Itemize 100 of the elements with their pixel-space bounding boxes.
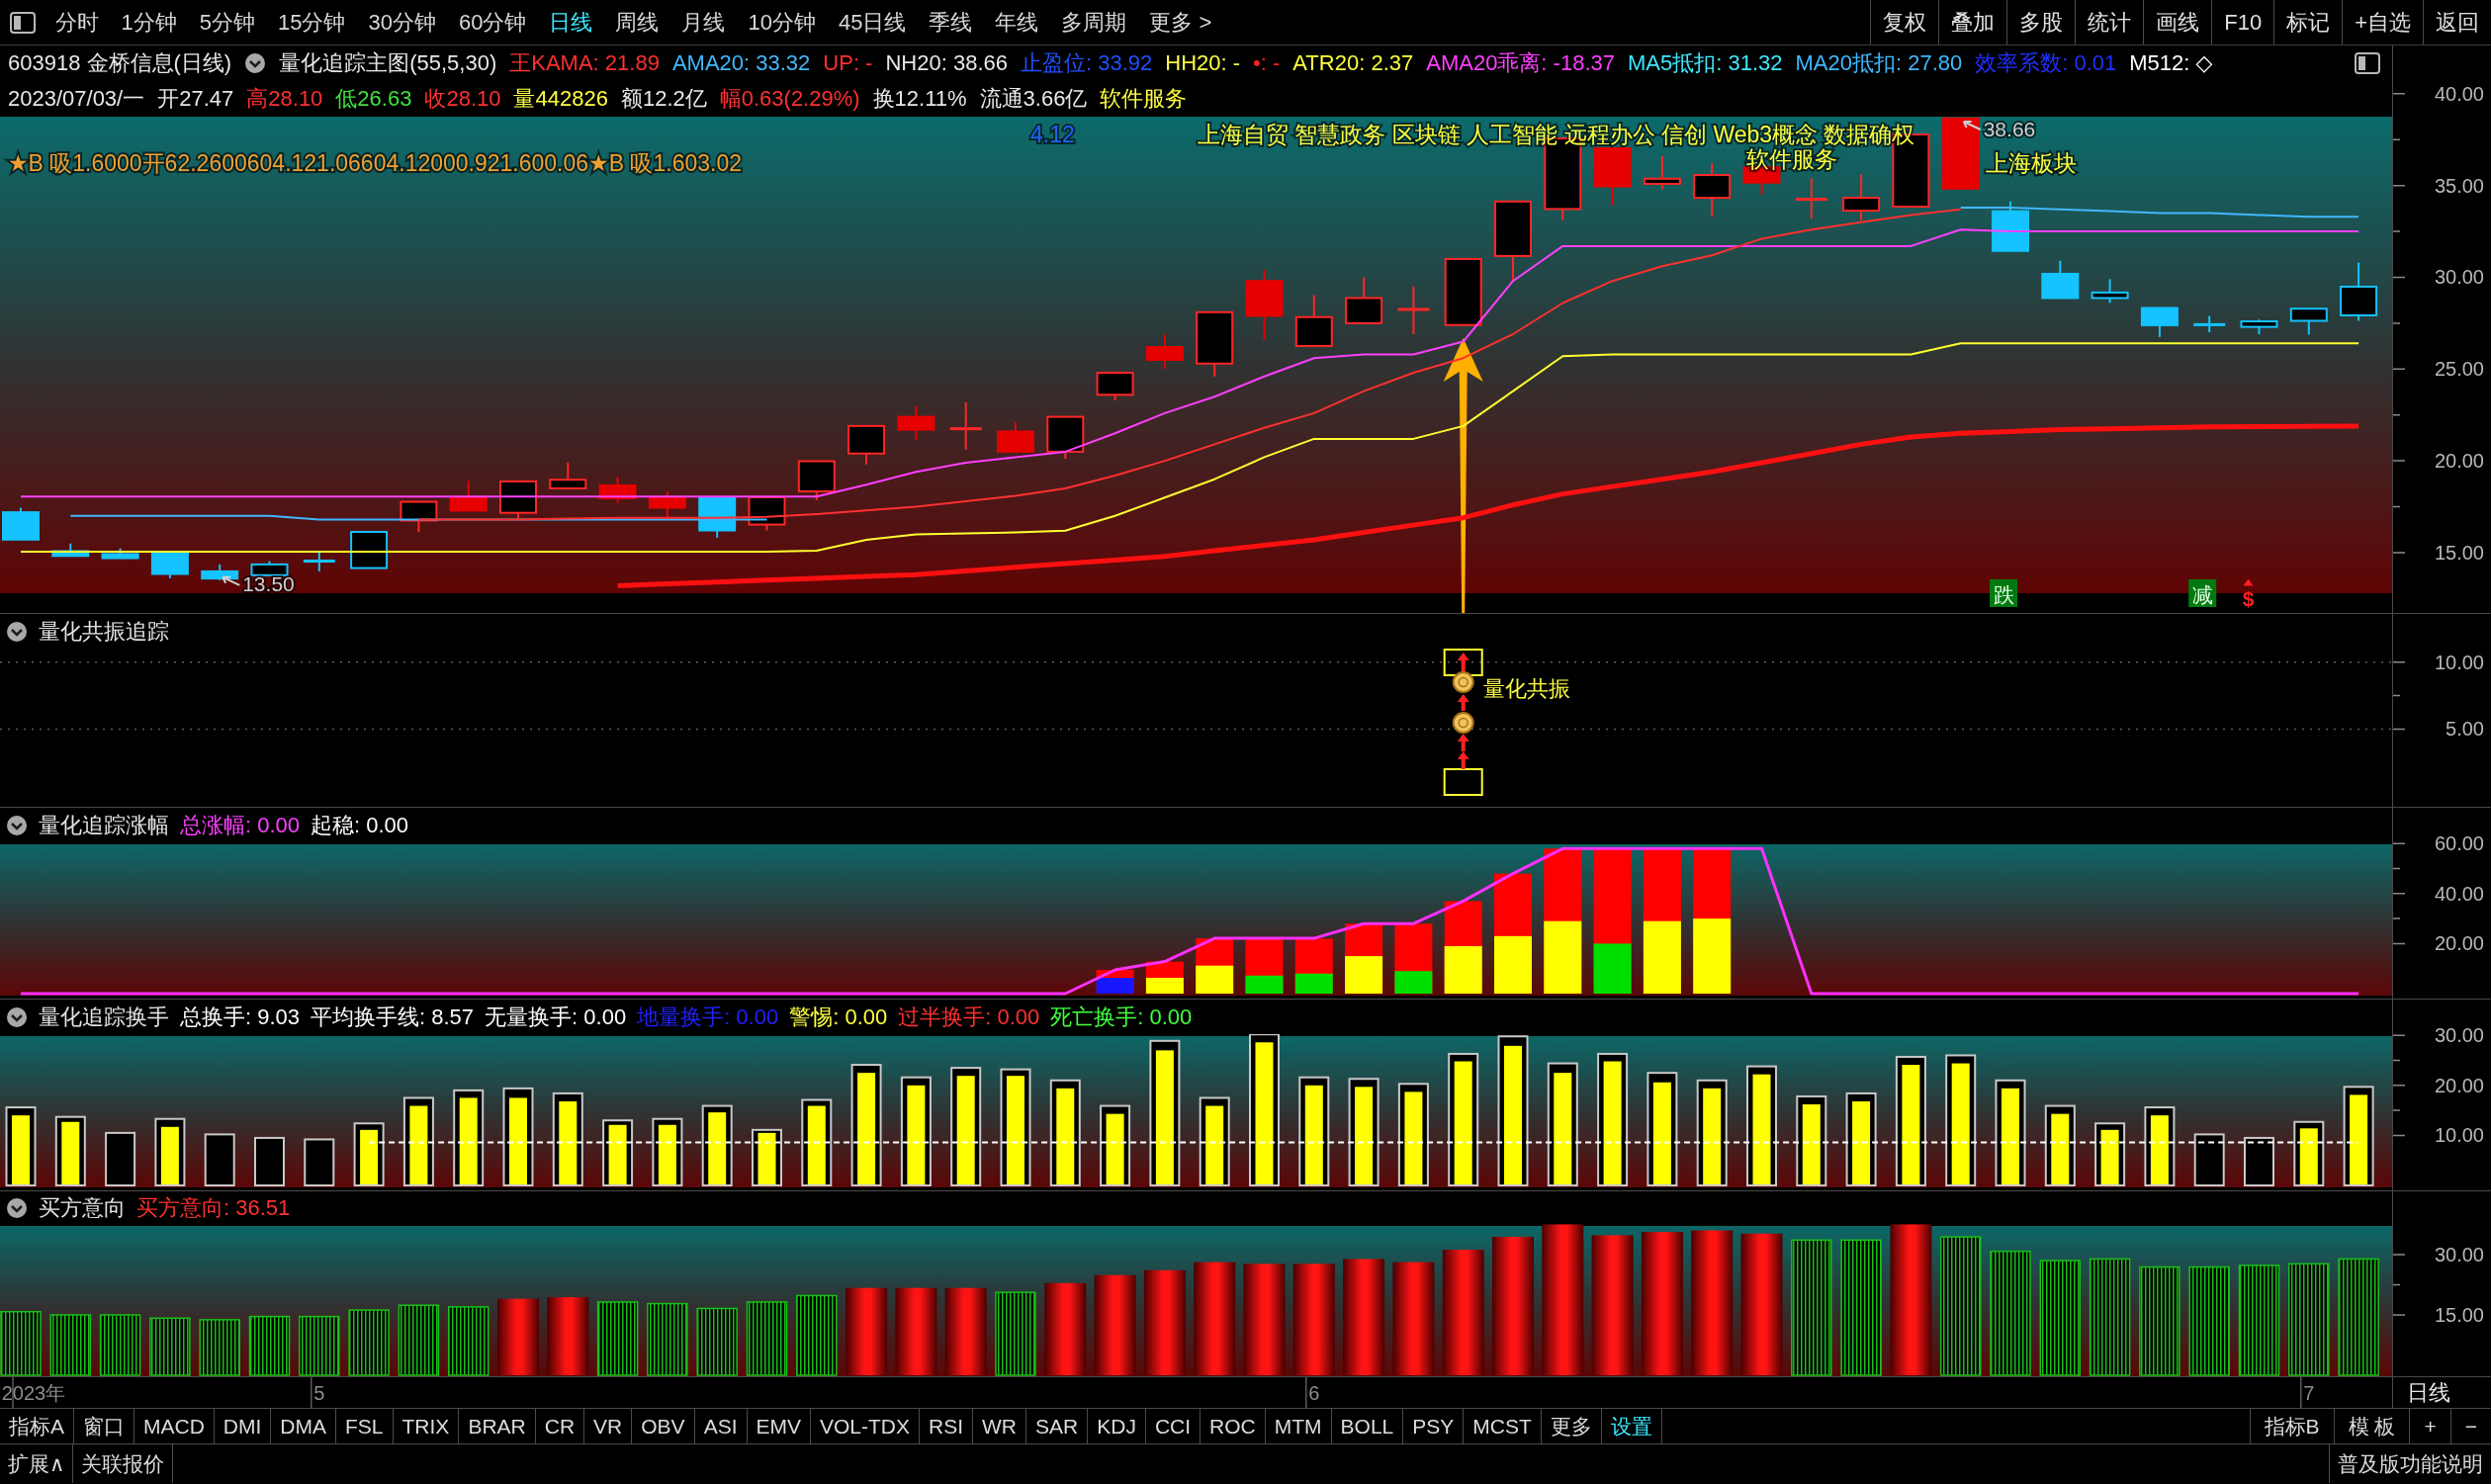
period-tab[interactable]: 1分钟 xyxy=(110,0,189,44)
toolbar-button[interactable]: +自选 xyxy=(2342,0,2423,44)
side-button[interactable]: − xyxy=(2449,1409,2491,1443)
toolbar-button[interactable]: 画线 xyxy=(2143,0,2212,44)
side-button[interactable]: 指标B xyxy=(2249,1409,2334,1443)
indicator-tab[interactable]: DMA xyxy=(271,1409,337,1443)
indicator-tab[interactable]: BOLL xyxy=(1331,1409,1404,1443)
indicator-value: NH20: 38.66 xyxy=(885,50,1008,76)
indicator-tab[interactable]: BRAR xyxy=(459,1409,536,1443)
toolbar-button[interactable]: 返回 xyxy=(2423,0,2491,44)
picture-candlestick xyxy=(1842,173,1881,221)
quote-value: 量442826 xyxy=(513,85,608,113)
period-tab[interactable]: 年线 xyxy=(983,0,1050,44)
indicator-tab[interactable]: EMV xyxy=(747,1409,811,1443)
period-tab[interactable]: 季线 xyxy=(917,0,984,44)
quote-value: 额12.2亿 xyxy=(620,85,707,113)
chevron-circle-icon[interactable] xyxy=(244,52,267,74)
indicator-tab[interactable]: MCST xyxy=(1464,1409,1542,1443)
picture-candlestick xyxy=(797,460,836,501)
indicator-tab[interactable]: 指标A xyxy=(0,1409,74,1443)
chart-bar xyxy=(49,1314,92,1376)
indicator-tab[interactable]: FSL xyxy=(336,1409,394,1443)
chart-label: 软件服务 xyxy=(1746,145,1838,172)
axis-label: 20.00 xyxy=(2434,450,2484,473)
quote-value: 流通3.66亿 xyxy=(979,85,1088,113)
indicator-value: AMA20: 33.32 xyxy=(671,50,811,76)
axis-label: 15.00 xyxy=(2434,541,2484,564)
period-tab[interactable]: 更多 > xyxy=(1137,0,1223,44)
axis-label: 20.00 xyxy=(2434,932,2484,955)
chevron-circle-icon[interactable] xyxy=(6,814,28,836)
period-tab[interactable]: 月线 xyxy=(669,0,737,44)
indicator-tab[interactable]: WR xyxy=(973,1409,1027,1443)
side-button[interactable]: 模 板 xyxy=(2333,1409,2410,1443)
picture-candlestick xyxy=(1593,146,1632,208)
indicator-value: 无量换手: 0.00 xyxy=(485,1003,627,1031)
chevron-circle-icon[interactable] xyxy=(6,620,28,643)
indicator-value: AMA20乖离: -18.37 xyxy=(1426,49,1615,77)
help-link[interactable]: 普及版功能说明 xyxy=(2329,1444,2491,1483)
status-button[interactable]: 关联报价 xyxy=(73,1444,174,1483)
indicator-tab[interactable]: TRIX xyxy=(393,1409,460,1443)
chart-bar xyxy=(2244,1136,2274,1186)
period-tab[interactable]: 15分钟 xyxy=(266,0,357,44)
chart-bar xyxy=(0,1310,42,1376)
picture-candlestick xyxy=(1345,276,1383,324)
indicator-tab[interactable]: VOL-TDX xyxy=(811,1409,921,1443)
indicator-tab[interactable]: VR xyxy=(584,1409,633,1443)
indicator-tab[interactable]: RSI xyxy=(920,1409,974,1443)
axis-label: 20.00 xyxy=(2434,1074,2484,1096)
period-tab[interactable]: 45日线 xyxy=(827,0,918,44)
indicator-tab[interactable]: KDJ xyxy=(1088,1409,1146,1443)
side-button[interactable]: + xyxy=(2409,1409,2450,1443)
picture-candlestick xyxy=(150,552,189,579)
picture-candlestick xyxy=(449,480,488,512)
toolbar-button[interactable]: F10 xyxy=(2211,0,2274,44)
toolbar-button[interactable]: 叠加 xyxy=(1938,0,2007,44)
indicator-tab[interactable]: MTM xyxy=(1265,1409,1332,1443)
toolbar-button[interactable]: 多股 xyxy=(2006,0,2076,44)
period-tab[interactable]: 60分钟 xyxy=(447,0,538,44)
picture-candlestick xyxy=(2289,307,2328,336)
toolbar-button[interactable]: 统计 xyxy=(2075,0,2144,44)
up-triangle-icon xyxy=(2243,578,2254,586)
indicator-tab[interactable]: OBV xyxy=(632,1409,695,1443)
period-tab[interactable]: 周线 xyxy=(603,0,670,44)
indicator-tab[interactable]: MACD xyxy=(134,1409,215,1443)
period-tab[interactable]: 30分钟 xyxy=(357,0,448,44)
signal-badge: 减 xyxy=(2188,579,2217,607)
quote-value: 低26.63 xyxy=(335,85,412,113)
period-tab[interactable]: 10分钟 xyxy=(736,0,828,44)
indicator-tab[interactable]: PSY xyxy=(1403,1409,1465,1443)
indicator-tab[interactable]: 窗口 xyxy=(74,1409,134,1443)
picture-candlestick xyxy=(1693,162,1732,218)
indicator-tab[interactable]: SAR xyxy=(1026,1409,1089,1443)
period-tab[interactable]: 多周期 xyxy=(1049,0,1138,44)
picture-candlestick xyxy=(1397,285,1430,336)
toolbar-button[interactable]: 复权 xyxy=(1870,0,1939,44)
period-tab[interactable]: 5分钟 xyxy=(188,0,267,44)
panel-toggle-icon[interactable] xyxy=(2355,52,2380,74)
indicator-tab[interactable]: 更多 xyxy=(1541,1409,1602,1443)
picture-candlestick xyxy=(2140,306,2179,338)
axis-label: 25.00 xyxy=(2434,358,2484,381)
panel-toggle-icon[interactable] xyxy=(10,11,36,34)
indicator-tab[interactable]: CR xyxy=(535,1409,585,1443)
indicator-tab[interactable]: 设置 xyxy=(1601,1409,1662,1443)
period-tab[interactable]: 分时 xyxy=(44,0,110,44)
pointer-arrow-icon xyxy=(222,575,241,586)
indicator-value: 警惕: 0.00 xyxy=(789,1003,888,1031)
toolbar-button[interactable]: 标记 xyxy=(2273,0,2343,44)
chevron-circle-icon[interactable] xyxy=(6,1196,28,1219)
indicator-tab[interactable]: ASI xyxy=(694,1409,748,1443)
picture-candlestick xyxy=(1444,257,1482,326)
price-label: 13.50 xyxy=(242,572,295,596)
period-tab[interactable]: 日线 xyxy=(537,0,604,44)
chevron-circle-icon[interactable] xyxy=(6,1005,28,1028)
picture-candlestick xyxy=(897,404,935,442)
picture-candlestick xyxy=(1992,200,2029,252)
status-button[interactable]: 扩展∧ xyxy=(0,1444,74,1483)
indicator-tab[interactable]: ROC xyxy=(1201,1409,1266,1443)
quote-value: 幅0.63(2.29%) xyxy=(719,85,860,113)
indicator-tab[interactable]: DMI xyxy=(214,1409,272,1443)
indicator-tab[interactable]: CCI xyxy=(1145,1409,1201,1443)
